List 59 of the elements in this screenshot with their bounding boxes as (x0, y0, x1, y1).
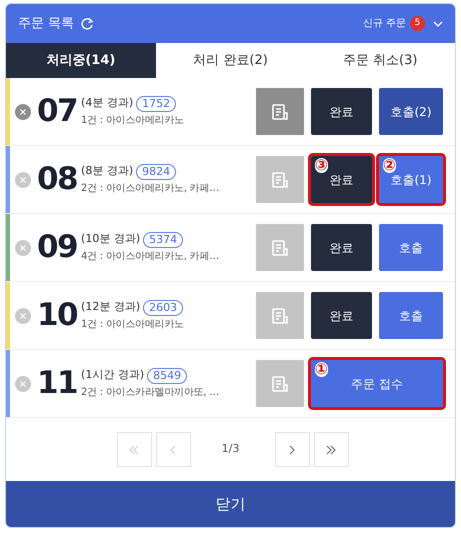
order-items: 2건 : 아이스카라멜마끼아또, … (81, 386, 219, 400)
last-page-icon (325, 444, 337, 456)
last-page-button[interactable] (314, 432, 348, 467)
order-number: 08 (37, 164, 78, 195)
call-button[interactable]: 호출(1) ② (379, 156, 443, 203)
tab[interactable]: 처리중(14) (6, 43, 156, 78)
receipt-icon (271, 306, 289, 324)
receipt-icon (271, 238, 289, 256)
order-items: 1건 : 아이스아메리카노 (81, 318, 184, 332)
call-button[interactable]: 호출 (379, 292, 443, 339)
order-number: 09 (37, 232, 78, 263)
receipt-button[interactable] (256, 88, 304, 135)
count-badge: 5 (410, 16, 425, 31)
complete-button[interactable]: 완료 (311, 88, 372, 135)
callout-number: ③ (315, 158, 328, 173)
order-items: 2건 : 아이스아메리카노, 카페… (81, 182, 219, 196)
accept-button[interactable]: 주문 접수 ① (311, 360, 443, 407)
call-button[interactable]: 호출(2) (379, 88, 443, 135)
chevron-down-icon[interactable] (433, 20, 443, 26)
receipt-button[interactable] (256, 224, 304, 271)
order-number: 11 (37, 368, 78, 399)
cancel-icon[interactable] (15, 104, 31, 120)
elapsed-time: (8분 경과) (81, 163, 134, 180)
receipt-icon (271, 170, 289, 188)
order-items: 1건 : 아이스아메리카노 (81, 114, 184, 128)
order-items: 4건 : 아이스아메리카노, 카페… (81, 250, 219, 264)
elapsed-time: (12분 경과) (81, 299, 140, 316)
close-button[interactable]: 닫기 (6, 481, 455, 527)
cancel-icon[interactable] (15, 240, 31, 256)
next-page-button[interactable] (274, 432, 310, 467)
cancel-icon[interactable] (15, 376, 31, 392)
complete-button[interactable]: 완료 (311, 292, 372, 339)
callout-number: ① (315, 362, 328, 377)
order-code: 8549 (147, 368, 188, 384)
order-number: 10 (37, 300, 78, 331)
order-code: 9824 (136, 164, 176, 180)
call-button[interactable]: 호출 (379, 224, 443, 271)
refresh-icon[interactable] (80, 16, 94, 30)
elapsed-time: (1시간 경과) (81, 367, 144, 384)
receipt-icon (271, 374, 289, 392)
receipt-button[interactable] (256, 360, 304, 407)
elapsed-time: (10분 경과) (81, 231, 140, 248)
header-title: 주문 목록 (18, 14, 74, 33)
order-code: 5374 (143, 232, 184, 248)
receipt-button[interactable] (256, 156, 304, 203)
page-indicator: 1/3 (220, 441, 240, 458)
elapsed-time: (4분 경과) (81, 95, 134, 112)
complete-button[interactable]: 완료 ③ (311, 156, 372, 203)
complete-button[interactable]: 완료 (311, 224, 372, 271)
first-page-icon (128, 444, 140, 456)
cancel-icon[interactable] (15, 172, 31, 188)
receipt-button[interactable] (256, 292, 304, 339)
order-number: 07 (37, 96, 78, 127)
new-orders-label: 신규 주문 (362, 17, 406, 31)
receipt-icon (271, 102, 289, 120)
order-code: 2603 (143, 300, 184, 316)
cancel-icon[interactable] (15, 308, 31, 324)
callout-number: ② (383, 158, 396, 173)
order-code: 1752 (136, 96, 176, 112)
